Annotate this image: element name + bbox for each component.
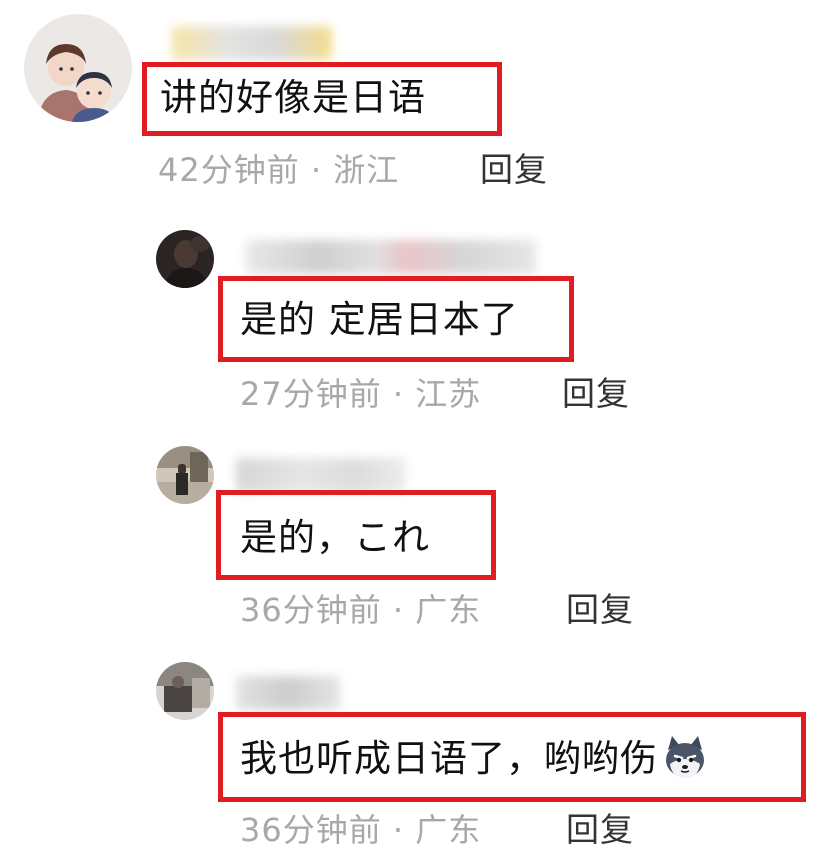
reply-button[interactable]: 回复 [480, 153, 548, 186]
location: 广东 [415, 591, 482, 629]
cartoon-couple-avatar-icon[interactable] [24, 14, 132, 122]
username-blurred[interactable] [246, 240, 536, 274]
street-photo-avatar-icon[interactable] [156, 446, 214, 504]
separator: · [310, 151, 323, 189]
separator: · [392, 811, 405, 849]
comment-text: 是的 定居日本了 [240, 298, 519, 341]
indoor-photo-avatar-icon[interactable] [156, 662, 214, 720]
comment-meta: 36分钟前 · 广东 [240, 594, 481, 626]
comment-text: 我也听成日语了，哟哟伤 [240, 735, 708, 780]
comment-text-body: 我也听成日语了，哟哟伤 [240, 737, 658, 780]
timestamp: 36分钟前 [240, 591, 382, 629]
comment-meta: 27分钟前 · 江苏 [240, 378, 481, 410]
reply-button[interactable]: 回复 [562, 377, 630, 410]
username-blurred[interactable] [236, 458, 406, 492]
reply-button[interactable]: 回复 [566, 593, 634, 626]
comment-text: 是的，これ [240, 516, 430, 559]
reply-button[interactable]: 回复 [566, 813, 634, 846]
separator: · [392, 591, 405, 629]
dark-portrait-avatar-icon[interactable] [156, 230, 214, 288]
location: 浙江 [333, 151, 400, 189]
comment-text: 讲的好像是日语 [160, 76, 426, 119]
comment-meta: 42分钟前 · 浙江 [158, 154, 399, 186]
comment-meta: 36分钟前 · 广东 [240, 814, 481, 846]
location: 江苏 [415, 375, 482, 413]
husky-dog-emoji-icon [666, 735, 704, 778]
location: 广东 [415, 811, 482, 849]
timestamp: 27分钟前 [240, 375, 382, 413]
separator: · [392, 375, 405, 413]
timestamp: 42分钟前 [158, 151, 300, 189]
comment-thread: 讲的好像是日语 42分钟前 · 浙江 回复 是的 定居日本了 27分钟前 · 江… [0, 0, 824, 868]
username-blurred[interactable] [236, 676, 340, 710]
timestamp: 36分钟前 [240, 811, 382, 849]
username-blurred[interactable] [172, 26, 332, 60]
